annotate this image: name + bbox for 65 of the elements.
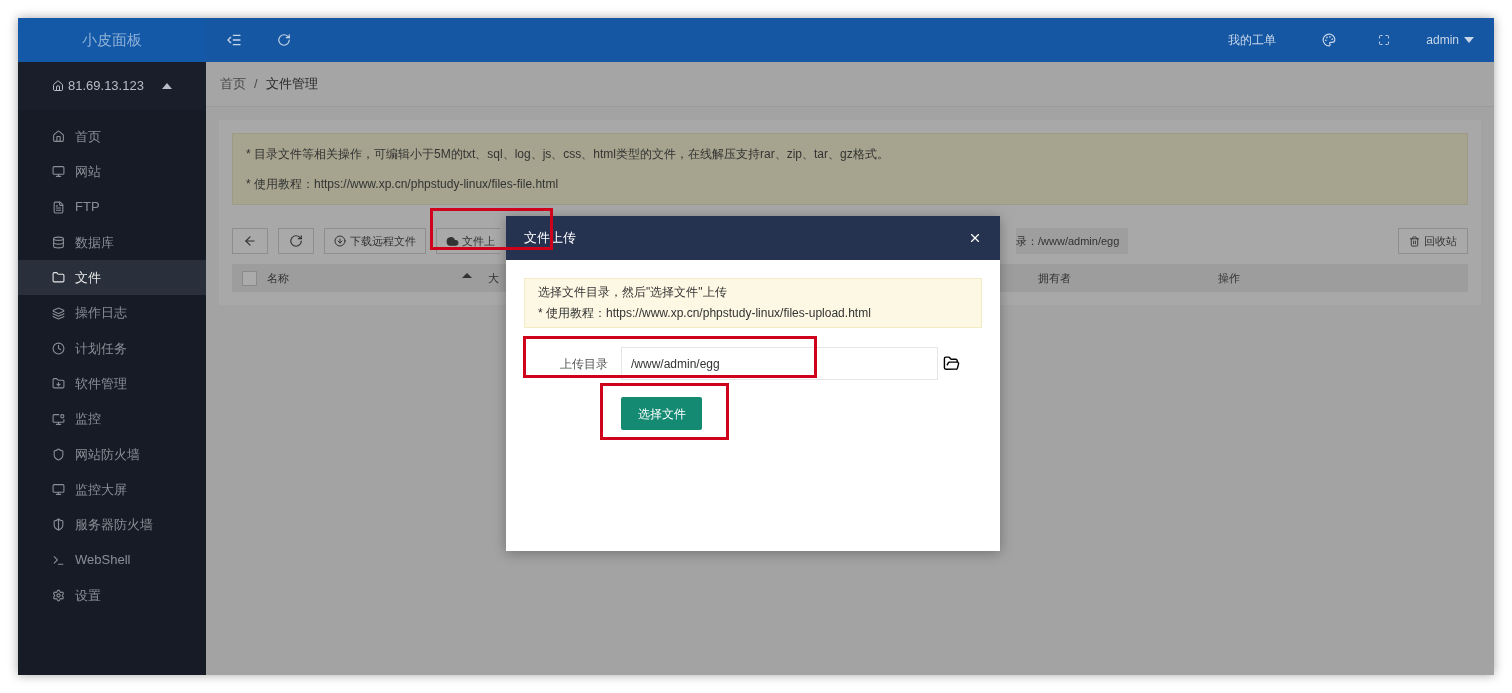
column-header: 拥有者 (1038, 270, 1072, 286)
sidebar-item[interactable]: 操作日志 (18, 295, 206, 331)
layers-icon (52, 306, 65, 320)
database-icon (52, 236, 65, 250)
brand-title: 小皮面板 (82, 29, 142, 50)
column-header: 大 (488, 270, 500, 286)
user-menu[interactable]: admin (1426, 31, 1474, 49)
file-icon (52, 200, 65, 214)
trash-icon (1409, 235, 1420, 247)
folder-icon (52, 377, 65, 391)
sidebar-item[interactable]: 网站 (18, 154, 206, 190)
house-icon (52, 80, 64, 92)
sidebar-item[interactable]: 首页 (18, 119, 206, 155)
folder-icon[interactable] (943, 355, 960, 372)
header-link[interactable]: 我的工单 (1228, 31, 1277, 49)
sort-icon[interactable] (462, 272, 472, 278)
sidebar-item[interactable]: 监控 (18, 401, 206, 437)
sidebar-item[interactable]: FTP (18, 189, 206, 225)
refresh-icon[interactable] (277, 33, 291, 47)
host-selector[interactable]: 81.69.13.123 (18, 62, 206, 110)
column-header[interactable]: 名称 (267, 269, 462, 287)
sidebar-item[interactable]: 软件管理 (18, 366, 206, 402)
palette-icon[interactable] (1322, 33, 1337, 47)
notice-text: 选择文件目录，然后"选择文件"上传 (538, 284, 728, 301)
sidebar-item[interactable]: WebShell (18, 542, 206, 578)
monitor-icon (52, 412, 65, 426)
shield-icon (52, 447, 65, 461)
monitor-icon (52, 483, 65, 497)
path-display: 录：/www/admin/egg (1016, 228, 1129, 254)
upload-button[interactable]: 文件上 (436, 228, 500, 254)
sidebar-item[interactable]: 监控大屏 (18, 471, 206, 508)
checkbox[interactable] (242, 270, 257, 286)
download-button[interactable]: 下载远程文件 (324, 228, 426, 254)
shield-icon (52, 518, 65, 532)
cloud-icon (446, 234, 459, 248)
notice-text: * 使用教程：https://www.xp.cn/phpstudy-linux/files-file.html (246, 176, 560, 193)
fullscreen-icon[interactable] (1378, 34, 1391, 46)
settings-icon (52, 589, 65, 602)
close-icon[interactable] (968, 231, 982, 245)
directory-field[interactable]: /www/admin/egg (621, 347, 938, 380)
sidebar-item[interactable]: 文件 (18, 260, 206, 296)
sidebar-item[interactable]: 设置 (18, 577, 206, 614)
field-label: 上传目录 (559, 355, 608, 373)
sidebar-item[interactable]: 计划任务 (18, 330, 206, 367)
breadcrumb-item[interactable]: 首页 (220, 74, 246, 94)
sidebar-item[interactable]: 服务器防火墙 (18, 507, 206, 543)
sidebar-item[interactable]: 网站防火墙 (18, 436, 206, 472)
terminal-icon (52, 553, 65, 567)
house-icon (52, 130, 65, 144)
host-address: 81.69.13.123 (68, 77, 145, 96)
notice-text: * 使用教程：https://www.xp.cn/phpstudy-linux/files-upload.html (538, 305, 872, 322)
refresh-button[interactable] (278, 228, 314, 254)
monitor-icon (52, 165, 65, 179)
clock-icon (52, 341, 65, 355)
breadcrumb-item: / (254, 75, 258, 94)
menu-icon[interactable] (226, 32, 242, 48)
choose-file-button[interactable]: 选择文件 (621, 397, 702, 430)
refresh-icon (289, 234, 303, 248)
sidebar-item[interactable]: 数据库 (18, 224, 206, 261)
column-header: 操作 (1218, 270, 1240, 286)
download-icon (334, 235, 346, 247)
recycle-bin-button[interactable]: 回收站 (1398, 228, 1468, 254)
folder-icon (52, 271, 65, 285)
notice-text: * 目录文件等相关操作，可编辑小于5M的txt、sql、log、js、css、html类型的文件，在线解压支持rar、zip、tar、gz格式。 (246, 146, 890, 163)
breadcrumb-item: 文件管理 (265, 75, 318, 94)
